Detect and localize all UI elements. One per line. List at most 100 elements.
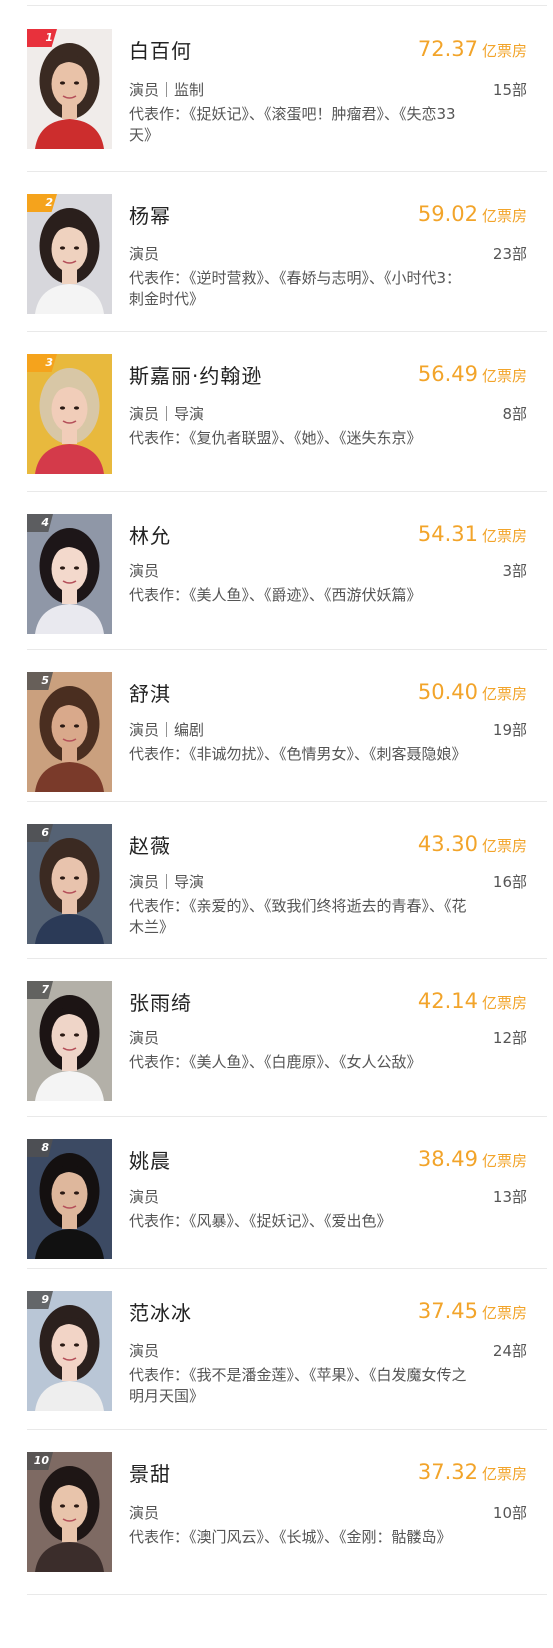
actress-photo[interactable]: 5 <box>27 672 112 792</box>
ranking-row[interactable]: 1 白百何 72.37 亿票房 演员｜监制 15部 代表作：《捉妖记》、《滚蛋吧！肿瘤君》、… <box>0 7 553 172</box>
actress-name[interactable]: 白百何 <box>129 35 192 64</box>
actress-photo[interactable]: 8 <box>27 1139 112 1259</box>
box-office: 37.45 亿票房 <box>418 1299 527 1323</box>
actress-photo[interactable]: 9 <box>27 1291 112 1411</box>
works-titles: 《美人鱼》、《爵迹》、《西游伏妖篇》 <box>189 586 422 604</box>
film-count: 24部 <box>492 1342 527 1360</box>
actress-name[interactable]: 林允 <box>129 520 171 549</box>
box-office-unit: 亿票房 <box>481 1304 527 1322</box>
box-office: 42.14 亿票房 <box>418 989 527 1013</box>
film-count: 15部 <box>492 81 527 99</box>
works-titles: 《风暴》、《捉妖记》、《爱出色》 <box>189 1212 392 1230</box>
roles: 演员｜导演 <box>129 405 205 423</box>
ranking-row[interactable]: 8 姚晨 38.49 亿票房 演员 13部 代表作：《风暴》、《捉妖记》、《爱出色》 <box>0 1117 553 1269</box>
works-prefix: 代表作： <box>129 897 190 915</box>
film-count: 3部 <box>502 562 527 580</box>
ranking-row[interactable]: 6 赵薇 43.30 亿票房 演员｜导演 16部 代表作：《亲爱的》、《致我们终将逝去的青春… <box>0 802 553 959</box>
actress-photo[interactable]: 6 <box>27 824 112 944</box>
box-office-value: 54.31 <box>417 522 478 546</box>
works-prefix: 代表作： <box>129 586 190 604</box>
film-count: 10部 <box>492 1504 527 1522</box>
ranking-row[interactable]: 3 斯嘉丽·约翰逊 56.49 亿票房 演员｜导演 8部 代表作：《复仇者联盟》、《她》、《… <box>0 332 553 492</box>
works-titles: 《澳门风云》、《长城》、《金刚：骷髅岛》 <box>189 1528 452 1546</box>
roles: 演员 <box>129 562 160 580</box>
actress-name[interactable]: 范冰冰 <box>129 1297 192 1326</box>
actress-photo[interactable]: 2 <box>27 194 112 314</box>
box-office: 56.49 亿票房 <box>418 362 527 386</box>
portrait-image <box>27 981 112 1101</box>
portrait-image <box>27 1452 112 1572</box>
ranking-row[interactable]: 10 景甜 37.32 亿票房演员 10部代表作：《澳门风云》、《长城》、《金刚：骷髅岛… <box>0 1430 553 1595</box>
film-count: 19部 <box>492 721 527 739</box>
actress-ranking-list: 1 白百何 72.37 亿票房 演员｜监制 15部 代表作：《捉妖记》、《滚蛋吧！肿瘤君》、… <box>0 0 553 1648</box>
representative-works: 代表作：《美人鱼》、《白鹿原》、《女人公敌》 <box>129 1052 474 1073</box>
row-divider <box>27 1594 547 1595</box>
rank-number: 6 <box>41 826 49 839</box>
actress-name[interactable]: 景甜 <box>129 1458 171 1487</box>
works-prefix: 代表作： <box>129 269 190 287</box>
box-office-unit: 亿票房 <box>481 994 527 1012</box>
box-office-unit: 亿票房 <box>481 207 527 225</box>
portrait-image <box>27 1291 112 1411</box>
ranking-row[interactable]: 9 范冰冰 37.45 亿票房 演员 24部 代表作：《我不是潘金莲》、《苹果》、《白发魔女… <box>0 1269 553 1430</box>
works-prefix: 代表作： <box>129 105 190 123</box>
actress-name[interactable]: 姚晨 <box>129 1145 171 1174</box>
box-office-unit: 亿票房 <box>481 527 527 545</box>
actress-photo[interactable]: 4 <box>27 514 112 634</box>
works-prefix: 代表作： <box>129 429 190 447</box>
box-office-unit: 亿票房 <box>481 42 527 60</box>
rank-number: 4 <box>41 516 49 529</box>
representative-works: 代表作：《非诚勿扰》、《色情男女》、《刺客聂隐娘》 <box>129 744 474 765</box>
works-prefix: 代表作： <box>129 1528 190 1546</box>
ranking-row[interactable]: 2 杨幂 59.02 亿票房 演员 23部 代表作：《逆时营救》、《春娇与志明》、《小时代3… <box>0 172 553 332</box>
roles: 演员 <box>129 1342 160 1360</box>
ranking-row[interactable]: 4 林允 54.31 亿票房演员 3部代表作：《美人鱼》、《爵迹》、《西游伏妖篇》 <box>0 492 553 650</box>
portrait-image <box>27 194 112 314</box>
box-office: 59.02 亿票房 <box>418 202 527 226</box>
box-office-value: 37.32 <box>417 1460 478 1484</box>
portrait-image <box>27 1139 112 1259</box>
top-divider <box>27 5 547 6</box>
box-office-value: 43.30 <box>417 832 478 856</box>
representative-works: 代表作：《复仇者联盟》、《她》、《迷失东京》 <box>129 428 474 449</box>
actress-photo[interactable]: 7 <box>27 981 112 1101</box>
roles: 演员 <box>129 1029 160 1047</box>
ranking-row[interactable]: 5 舒淇 50.40 亿票房 演员｜编剧 19部 代表作：《非诚勿扰》、《色情男女》、《刺客… <box>0 650 553 802</box>
film-count: 23部 <box>492 245 527 263</box>
actress-photo[interactable]: 3 <box>27 354 112 474</box>
representative-works: 代表作：《捉妖记》、《滚蛋吧！肿瘤君》、《失恋33天》 <box>129 104 474 146</box>
actress-name[interactable]: 赵薇 <box>129 830 171 859</box>
film-count: 16部 <box>492 873 527 891</box>
box-office: 38.49 亿票房 <box>418 1147 527 1171</box>
box-office-value: 38.49 <box>417 1147 478 1171</box>
box-office-value: 56.49 <box>417 362 478 386</box>
box-office-unit: 亿票房 <box>481 685 527 703</box>
box-office-value: 37.45 <box>417 1299 478 1323</box>
actress-name[interactable]: 舒淇 <box>129 678 171 707</box>
box-office-unit: 亿票房 <box>481 1465 527 1483</box>
box-office-value: 59.02 <box>417 202 478 226</box>
ranking-row[interactable]: 7 张雨绮 42.14 亿票房 演员 12部 代表作：《美人鱼》、《白鹿原》、《女人公敌》 <box>0 959 553 1117</box>
works-prefix: 代表作： <box>129 1212 190 1230</box>
works-titles: 《美人鱼》、《白鹿原》、《女人公敌》 <box>189 1053 422 1071</box>
box-office: 37.32 亿票房 <box>418 1460 527 1484</box>
roles: 演员 <box>129 1504 160 1522</box>
actress-name[interactable]: 斯嘉丽·约翰逊 <box>129 360 262 389</box>
portrait-image <box>27 672 112 792</box>
actress-photo[interactable]: 1 <box>27 29 112 149</box>
portrait-image <box>27 824 112 944</box>
box-office-unit: 亿票房 <box>481 837 527 855</box>
actress-name[interactable]: 杨幂 <box>129 200 171 229</box>
actress-photo[interactable]: 10 <box>27 1452 112 1572</box>
works-titles: 《复仇者联盟》、《她》、《迷失东京》 <box>189 429 422 447</box>
roles: 演员 <box>129 1188 160 1206</box>
rank-number: 5 <box>41 674 49 687</box>
actress-name[interactable]: 张雨绮 <box>129 987 192 1016</box>
roles: 演员 <box>129 245 160 263</box>
works-prefix: 代表作： <box>129 1053 190 1071</box>
film-count: 12部 <box>492 1029 527 1047</box>
works-prefix: 代表作： <box>129 1366 190 1384</box>
box-office: 43.30 亿票房 <box>418 832 527 856</box>
roles: 演员｜编剧 <box>129 721 205 739</box>
roles: 演员｜监制 <box>129 81 205 99</box>
